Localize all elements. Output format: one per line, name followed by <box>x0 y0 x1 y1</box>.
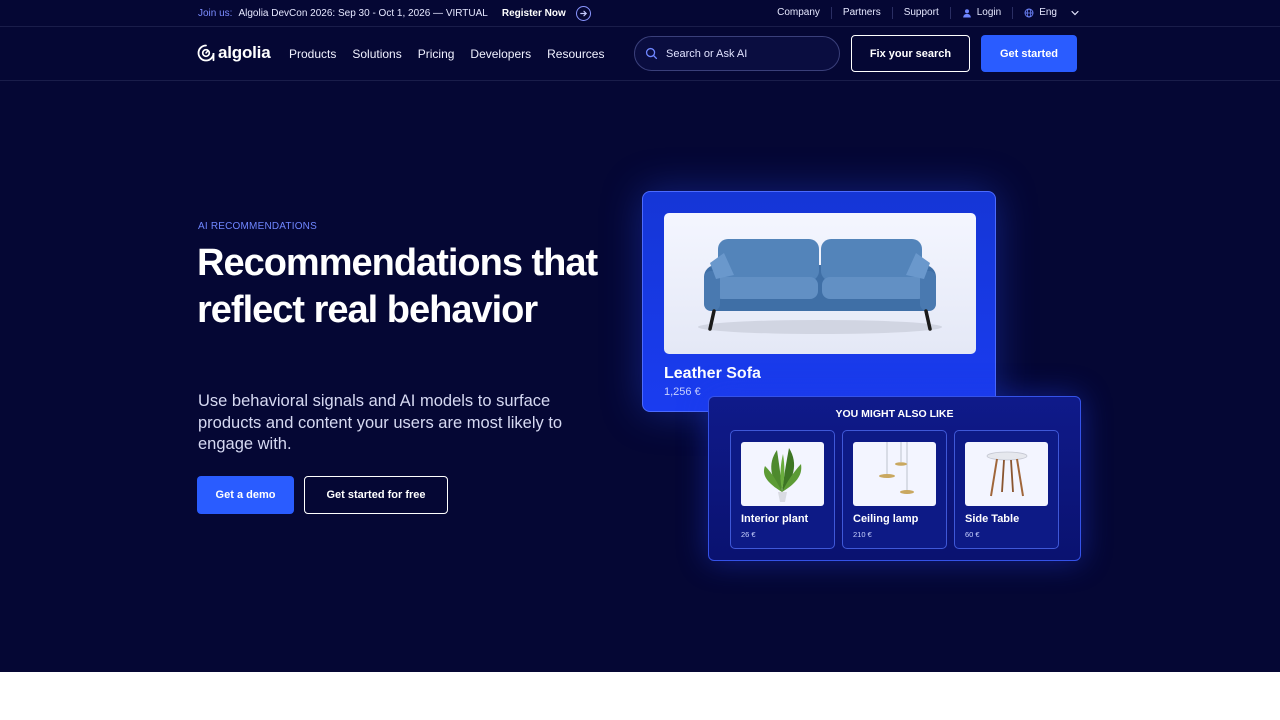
recommendation-name: Side Table <box>965 513 1020 525</box>
register-now-link[interactable]: Register Now <box>502 8 566 19</box>
recommendation-item[interactable]: Side Table 60 € <box>954 430 1059 549</box>
language-label: Eng <box>1039 7 1057 18</box>
search-box[interactable] <box>634 36 840 71</box>
event-promo: Join us: Algolia DevCon 2026: Sep 30 - O… <box>198 0 591 26</box>
search-icon <box>645 47 658 60</box>
partners-link[interactable]: Partners <box>832 7 893 19</box>
search-input[interactable] <box>666 47 826 60</box>
login-label: Login <box>976 7 1002 18</box>
fix-your-search-button[interactable]: Fix your search <box>851 35 970 72</box>
hero-eyebrow: AI RECOMMENDATIONS <box>198 221 317 232</box>
lamp-image <box>853 442 936 506</box>
get-a-demo-button[interactable]: Get a demo <box>197 476 294 514</box>
main-navigation: algolia Products Solutions Pricing Devel… <box>0 27 1280 81</box>
nav-item-developers[interactable]: Developers <box>470 47 531 61</box>
product-price: 1,256 € <box>664 386 701 398</box>
support-link[interactable]: Support <box>893 7 951 19</box>
algolia-logo[interactable]: algolia <box>197 43 271 63</box>
nav-item-solutions[interactable]: Solutions <box>352 47 401 61</box>
chevron-down-icon <box>1071 10 1079 16</box>
recommendation-name: Ceiling lamp <box>853 513 919 525</box>
product-card: Leather Sofa 1,256 € <box>642 191 996 412</box>
recommendation-price: 60 € <box>965 530 980 539</box>
nav-item-products[interactable]: Products <box>289 47 336 61</box>
event-text: Algolia DevCon 2026: Sep 30 - Oct 1, 202… <box>238 7 488 19</box>
nav-item-resources[interactable]: Resources <box>547 47 604 61</box>
hero-subtext: Use behavioral signals and AI models to … <box>198 392 563 453</box>
announcement-bar: Join us: Algolia DevCon 2026: Sep 30 - O… <box>0 0 1280 27</box>
recommendation-name: Interior plant <box>741 513 809 525</box>
globe-icon <box>1024 8 1034 18</box>
user-icon <box>962 9 971 18</box>
utility-links: Company Partners Support Login Eng <box>766 0 1080 26</box>
hero-background <box>0 0 1280 672</box>
join-label: Join us: <box>198 7 233 19</box>
company-link[interactable]: Company <box>766 7 832 19</box>
recommendation-item[interactable]: Interior plant 26 € <box>730 430 835 549</box>
get-started-free-button[interactable]: Get started for free <box>304 476 448 514</box>
recommendation-price: 210 € <box>853 530 872 539</box>
recommendation-item[interactable]: Ceiling lamp 210 € <box>842 430 947 549</box>
language-selector[interactable]: Eng <box>1013 7 1080 19</box>
hero-headline: Recommendations that reflect real behavi… <box>197 242 598 331</box>
nav-menu: Products Solutions Pricing Developers Re… <box>289 27 620 81</box>
login-link[interactable]: Login <box>951 7 1014 19</box>
nav-item-pricing[interactable]: Pricing <box>418 47 455 61</box>
recommendations-panel: YOU MIGHT ALSO LIKE Interior plant 26 € <box>708 396 1081 561</box>
plant-image <box>741 442 824 506</box>
sofa-image <box>664 213 976 354</box>
algolia-logo-icon <box>197 44 215 62</box>
get-started-button[interactable]: Get started <box>981 35 1077 72</box>
product-name: Leather Sofa <box>664 365 761 382</box>
arrow-right-icon[interactable] <box>575 5 591 21</box>
logo-text: algolia <box>218 43 271 62</box>
side-table-image <box>965 442 1048 506</box>
recommendations-title: YOU MIGHT ALSO LIKE <box>835 408 954 420</box>
recommendation-price: 26 € <box>741 530 756 539</box>
